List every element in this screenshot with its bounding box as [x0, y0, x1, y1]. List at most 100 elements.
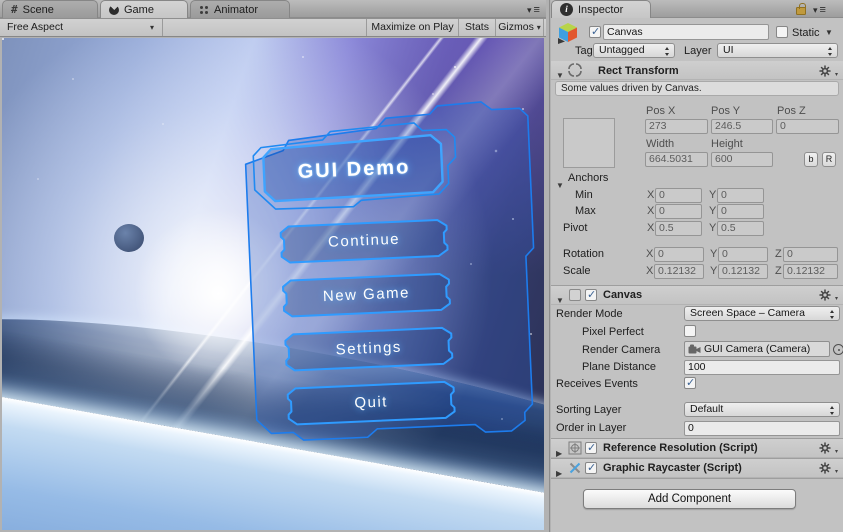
aspect-dropdown[interactable]: Free Aspect ▾ — [0, 19, 163, 36]
object-picker-icon[interactable] — [833, 344, 843, 355]
sorting-layer-label: Sorting Layer — [556, 404, 622, 416]
reference-resolution-checkbox[interactable] — [585, 441, 597, 454]
raw-edit-mode-button[interactable]: R — [822, 152, 836, 167]
gear-icon[interactable] — [819, 461, 838, 475]
foldout-icon[interactable] — [556, 290, 566, 300]
pos-y-label: Pos Y — [711, 105, 741, 117]
foldout-icon[interactable] — [556, 175, 566, 185]
inspector-tabstrip: Inspector — [551, 0, 843, 18]
rotation-x-field[interactable]: 0 — [654, 247, 704, 262]
help-box: Some values driven by Canvas. — [555, 81, 839, 96]
receives-events-label: Receives Events — [556, 378, 638, 390]
tab-inspector[interactable]: Inspector — [551, 0, 651, 18]
camera-icon — [688, 344, 701, 354]
canvas-enabled-checkbox[interactable] — [585, 288, 597, 301]
pivot-y-field[interactable]: 0.5 — [717, 221, 764, 236]
rotation-y-field[interactable]: 0 — [718, 247, 768, 262]
stars — [2, 38, 4, 40]
order-in-layer-label: Order in Layer — [556, 422, 627, 434]
foldout-icon[interactable] — [556, 463, 566, 473]
stats-button[interactable]: Stats — [458, 19, 495, 36]
height-field[interactable]: 600 — [711, 152, 773, 167]
tab-animator[interactable]: Animator — [190, 0, 290, 18]
pivot-label: Pivot — [563, 222, 588, 234]
foldout-icon[interactable] — [556, 65, 566, 75]
settings-button[interactable]: Settings — [285, 328, 452, 371]
foldout-icon[interactable] — [556, 443, 566, 453]
static-dropdown-icon[interactable]: ▼ — [825, 28, 833, 37]
tab-inspector-label: Inspector — [578, 3, 624, 16]
moon — [114, 224, 144, 252]
sorting-layer-dropdown[interactable]: Default — [684, 402, 840, 417]
pane-menu-icon[interactable] — [813, 4, 826, 16]
game-toolbar: Free Aspect ▾ Maximize on Play Stats Giz… — [0, 18, 546, 37]
scale-z-field[interactable]: 0.12132 — [783, 264, 838, 279]
panel-splitter[interactable] — [549, 0, 550, 532]
tab-game[interactable]: Game — [100, 0, 188, 18]
layer-dropdown[interactable]: UI — [717, 43, 838, 58]
scale-y-field[interactable]: 0.12132 — [718, 264, 768, 279]
axis-x-label: X — [647, 222, 655, 234]
divider — [551, 478, 843, 479]
render-mode-dropdown[interactable]: Screen Space – Camera — [684, 306, 840, 321]
left-tabstrip: Scene Game Animator — [0, 0, 546, 18]
tab-scene[interactable]: Scene — [2, 0, 98, 18]
gameobject-name-field[interactable]: Canvas — [603, 24, 769, 40]
gear-icon[interactable] — [819, 288, 838, 302]
scene-icon — [11, 3, 18, 16]
anchors-label: Anchors — [568, 172, 609, 184]
rotation-z-field[interactable]: 0 — [783, 247, 838, 262]
scale-x-field[interactable]: 0.12132 — [654, 264, 704, 279]
lock-icon[interactable] — [796, 3, 806, 15]
pos-x-field[interactable]: 273 — [645, 119, 708, 134]
updown-icon — [829, 406, 836, 415]
game-menu-panel: GUI Demo Continue New Game Settings Quit — [235, 98, 544, 471]
render-camera-label: Render Camera — [582, 344, 661, 356]
continue-button[interactable]: Continue — [280, 220, 447, 263]
gizmos-dropdown[interactable]: Gizmos ▾ — [495, 19, 544, 36]
axis-y-label: Y — [709, 189, 717, 201]
pixel-perfect-checkbox[interactable] — [684, 325, 696, 337]
tab-game-label: Game — [124, 3, 154, 16]
rect-transform-header[interactable] — [551, 61, 843, 80]
pane-menu-icon[interactable] — [527, 4, 540, 16]
anchor-min-x-field[interactable]: 0 — [655, 188, 702, 203]
tag-label: Tag — [575, 45, 593, 57]
axis-y-label: Y — [709, 205, 717, 217]
static-checkbox[interactable] — [776, 26, 788, 38]
add-component-button[interactable]: Add Component — [583, 489, 796, 509]
axis-z-label: Z — [775, 265, 782, 277]
graphic-raycaster-title: Graphic Raycaster (Script) — [603, 462, 742, 474]
scale-label: Scale — [563, 265, 591, 277]
gameobject-cube-icon[interactable] — [556, 21, 580, 45]
tag-dropdown[interactable]: Untagged — [593, 43, 675, 58]
rect-transform-icon — [568, 63, 582, 77]
anchor-min-y-field[interactable]: 0 — [717, 188, 764, 203]
canvas-title: Canvas — [603, 289, 643, 301]
width-field[interactable]: 664.5031 — [645, 152, 708, 167]
anchor-max-y-field[interactable]: 0 — [717, 204, 764, 219]
gear-icon[interactable] — [819, 64, 838, 78]
gear-icon[interactable] — [819, 441, 838, 455]
plane-distance-field[interactable]: 100 — [684, 360, 840, 375]
order-in-layer-field[interactable]: 0 — [684, 421, 840, 436]
render-camera-object-field[interactable]: GUI Camera (Camera) — [684, 341, 830, 357]
game-view: GUI Demo Continue New Game Settings Quit — [2, 38, 544, 530]
receives-events-checkbox[interactable] — [684, 376, 696, 389]
chevron-down-icon: ▾ — [149, 23, 154, 32]
graphic-raycaster-checkbox[interactable] — [585, 461, 597, 474]
blueprint-mode-button[interactable]: b — [804, 152, 818, 167]
pos-z-field[interactable]: 0 — [776, 119, 839, 134]
axis-x-label: X — [646, 248, 654, 260]
maximize-on-play-button[interactable]: Maximize on Play — [366, 19, 458, 36]
anchor-max-x-field[interactable]: 0 — [655, 204, 702, 219]
gameobject-active-checkbox[interactable] — [589, 25, 601, 38]
updown-icon — [827, 47, 834, 56]
axis-x-label: X — [647, 205, 655, 217]
pos-y-field[interactable]: 246.5 — [711, 119, 773, 134]
new-game-button[interactable]: New Game — [283, 274, 450, 317]
layer-label: Layer — [684, 45, 712, 57]
pivot-x-field[interactable]: 0.5 — [655, 221, 702, 236]
quit-button[interactable]: Quit — [287, 381, 454, 424]
reference-resolution-title: Reference Resolution (Script) — [603, 442, 758, 454]
